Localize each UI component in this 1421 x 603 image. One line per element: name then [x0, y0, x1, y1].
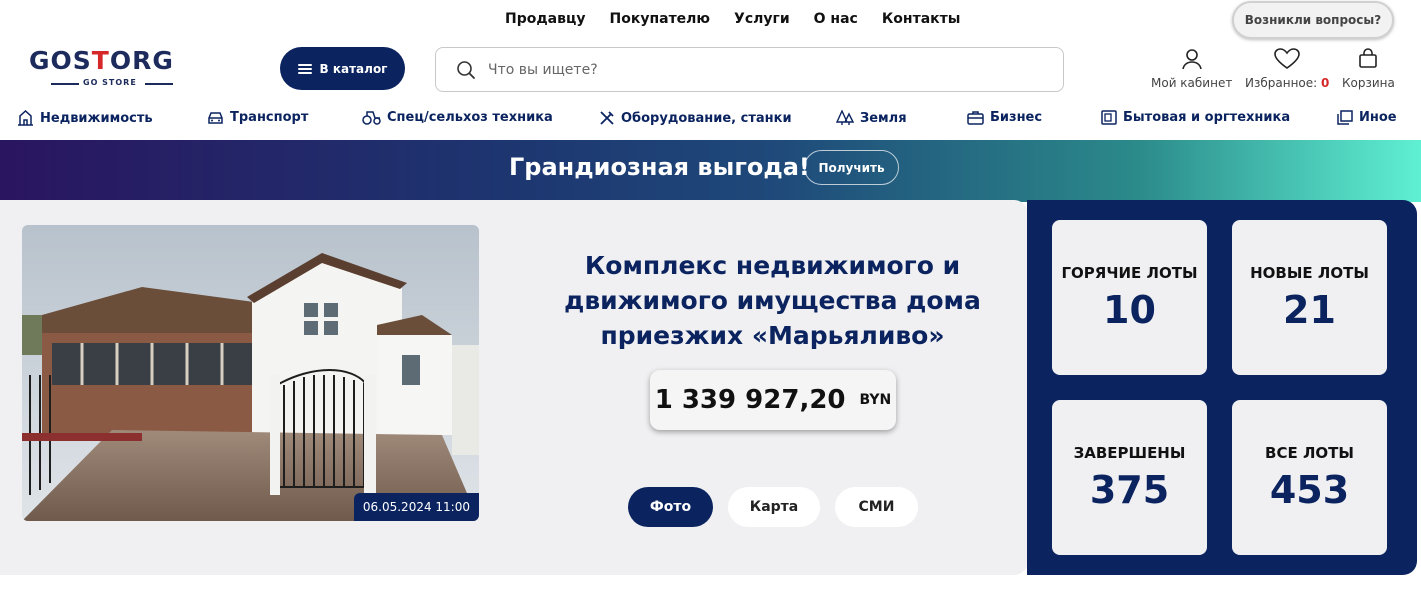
- briefcase-icon: [967, 111, 984, 125]
- featured-lot: 06.05.2024 11:00 Комплекс недвижимого и …: [0, 200, 1028, 575]
- layers-icon: [1337, 110, 1353, 125]
- nav-about[interactable]: О нас: [814, 11, 858, 27]
- stat-label: Новые лоты: [1250, 263, 1369, 282]
- catalog-button[interactable]: В каталог: [280, 47, 405, 90]
- top-nav: Продавцу Покупателю Услуги О нас Контакт…: [505, 11, 960, 27]
- category-real-estate[interactable]: Недвижимость: [17, 110, 153, 126]
- stat-label: Все лоты: [1265, 443, 1354, 462]
- cabinet-label: Мой кабинет: [1151, 76, 1233, 90]
- category-land[interactable]: Земля: [836, 110, 907, 126]
- building-icon: [18, 110, 33, 126]
- price-value: 1 339 927,20: [654, 385, 846, 415]
- tractor-icon: [362, 111, 381, 125]
- cart-label: Корзина: [1342, 76, 1395, 90]
- stat-label: Завершены: [1073, 443, 1186, 462]
- lot-stats: Горячие лоты 10 Новые лоты 21 Завершены …: [1027, 200, 1417, 575]
- lot-title[interactable]: Комплекс недвижимого и движимого имущест…: [560, 248, 985, 353]
- stat-all-lots[interactable]: Все лоты 453: [1232, 400, 1387, 555]
- nav-buyer[interactable]: Покупателю: [609, 11, 710, 27]
- search-input[interactable]: [488, 61, 988, 78]
- cart-link[interactable]: Корзина: [1342, 48, 1395, 90]
- logo-wordmark: GOSTORG: [29, 46, 174, 75]
- favorites-label: Избранное:: [1245, 76, 1318, 90]
- logo-line-left: [51, 83, 79, 85]
- nav-services[interactable]: Услуги: [734, 11, 790, 27]
- stat-label: Горячие лоты: [1061, 263, 1198, 282]
- stat-new-lots[interactable]: Новые лоты 21: [1232, 220, 1387, 375]
- cabinet-link[interactable]: Мой кабинет: [1151, 48, 1232, 90]
- favorites-count: 0: [1321, 76, 1330, 90]
- appliance-icon: [1101, 110, 1117, 125]
- catalog-button-label: В каталог: [319, 61, 388, 76]
- stat-value: 453: [1269, 467, 1350, 512]
- logo[interactable]: GOSTORG GO STORE: [29, 47, 199, 92]
- tools-icon: [600, 111, 614, 125]
- lot-photo[interactable]: 06.05.2024 11:00: [22, 225, 479, 521]
- stat-hot-lots[interactable]: Горячие лоты 10: [1052, 220, 1207, 375]
- stat-value: 375: [1089, 467, 1170, 512]
- category-other[interactable]: Иное: [1337, 110, 1397, 125]
- category-transport[interactable]: Транспорт: [207, 110, 308, 125]
- stat-value: 10: [1103, 287, 1156, 332]
- banner-title: Грандиозная выгода!: [509, 153, 810, 181]
- house-photo: [22, 225, 479, 521]
- cart-icon: [1359, 48, 1378, 68]
- stat-completed[interactable]: Завершены 375: [1052, 400, 1207, 555]
- category-business[interactable]: Бизнес: [967, 110, 1042, 125]
- category-special-machinery[interactable]: Спец/сельхоз техника: [362, 110, 553, 125]
- lot-tabs: Фото Карта СМИ: [628, 487, 918, 527]
- logo-subtitle: GO STORE: [83, 78, 137, 87]
- nav-contacts[interactable]: Контакты: [882, 11, 961, 27]
- menu-icon: [297, 63, 312, 74]
- car-icon: [208, 112, 223, 124]
- banner-get-button[interactable]: Получить: [804, 150, 899, 185]
- tree-icon: [836, 110, 854, 125]
- price-currency: BYN: [859, 392, 892, 408]
- category-appliances[interactable]: Бытовая и оргтехника: [1101, 110, 1290, 125]
- help-button[interactable]: Возникли вопросы?: [1232, 1, 1394, 39]
- tab-media[interactable]: СМИ: [835, 487, 918, 527]
- category-nav: Недвижимость Транспорт Спец/сельхоз техн…: [0, 110, 1421, 132]
- logo-line-right: [145, 83, 173, 85]
- tab-photo[interactable]: Фото: [628, 487, 713, 527]
- promo-banner: Грандиозная выгода! Получить: [0, 140, 1421, 202]
- favorites-link[interactable]: Избранное: 0: [1245, 48, 1329, 90]
- search-bar: [435, 47, 1064, 92]
- nav-seller[interactable]: Продавцу: [505, 11, 585, 27]
- tab-map[interactable]: Карта: [728, 487, 820, 527]
- search-icon[interactable]: [456, 60, 476, 80]
- heart-icon: [1274, 48, 1300, 69]
- lot-price: 1 339 927,20 BYN: [650, 370, 896, 430]
- user-icon: [1181, 49, 1202, 70]
- lot-date-badge: 06.05.2024 11:00: [353, 493, 479, 521]
- stat-value: 21: [1283, 287, 1336, 332]
- category-equipment[interactable]: Оборудование, станки: [599, 110, 792, 126]
